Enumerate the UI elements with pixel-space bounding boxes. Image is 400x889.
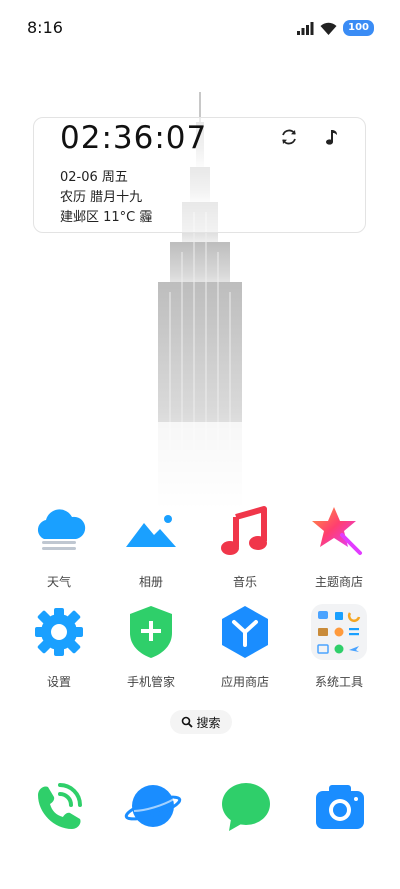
system-tools-folder-icon <box>311 604 367 660</box>
status-icons: 100 <box>297 19 374 37</box>
app-label: 主题商店 <box>314 575 363 589</box>
gallery-icon <box>126 515 176 547</box>
refresh-icon[interactable] <box>278 126 300 148</box>
messages-icon[interactable] <box>217 777 275 835</box>
battery-indicator: 100 <box>343 20 374 36</box>
theme-store-icon <box>312 507 362 555</box>
phone-manager-icon <box>130 606 172 658</box>
app-label: 设置 <box>46 675 71 689</box>
phone-icon[interactable] <box>30 777 88 835</box>
widget-clock: 02:36:07 <box>60 120 208 156</box>
music-icon <box>221 506 267 555</box>
app-label: 应用商店 <box>220 675 269 689</box>
settings-icon <box>35 608 83 656</box>
app-weather[interactable]: 天气 <box>13 503 105 590</box>
status-bar: 8:16 100 <box>0 0 400 56</box>
app-app-store[interactable]: 应用商店 <box>199 603 291 690</box>
signal-icon <box>297 21 314 35</box>
folder-system-tools[interactable]: 系统工具 <box>293 603 385 690</box>
app-label: 音乐 <box>232 575 257 589</box>
app-store-icon <box>222 606 268 658</box>
app-music[interactable]: 音乐 <box>199 503 291 590</box>
app-theme-store[interactable]: 主题商店 <box>293 503 385 590</box>
app-phone-manager[interactable]: 手机管家 <box>105 603 197 690</box>
search-button[interactable]: 搜索 <box>170 710 232 734</box>
clock-widget[interactable]: 02:36:07 02-06 周五 农历 腊月十九 建邺区 11°C 霾 <box>33 117 366 233</box>
status-time: 8:16 <box>27 18 63 37</box>
weather-icon <box>37 509 86 550</box>
browser-icon[interactable] <box>124 777 182 835</box>
app-label: 手机管家 <box>126 675 175 689</box>
camera-icon[interactable] <box>311 777 369 835</box>
app-label: 天气 <box>46 575 71 589</box>
search-label: 搜索 <box>196 715 221 730</box>
widget-date: 02-06 周五 <box>60 170 128 185</box>
widget-lunar-date: 农历 腊月十九 <box>60 190 143 205</box>
widget-weather: 建邺区 11°C 霾 <box>60 210 153 225</box>
app-label: 相册 <box>138 575 163 589</box>
app-gallery[interactable]: 相册 <box>105 503 197 590</box>
search-icon <box>182 716 194 728</box>
music-note-icon[interactable] <box>320 126 342 148</box>
wifi-icon <box>320 22 337 35</box>
app-settings[interactable]: 设置 <box>13 603 105 690</box>
app-label: 系统工具 <box>314 675 363 689</box>
